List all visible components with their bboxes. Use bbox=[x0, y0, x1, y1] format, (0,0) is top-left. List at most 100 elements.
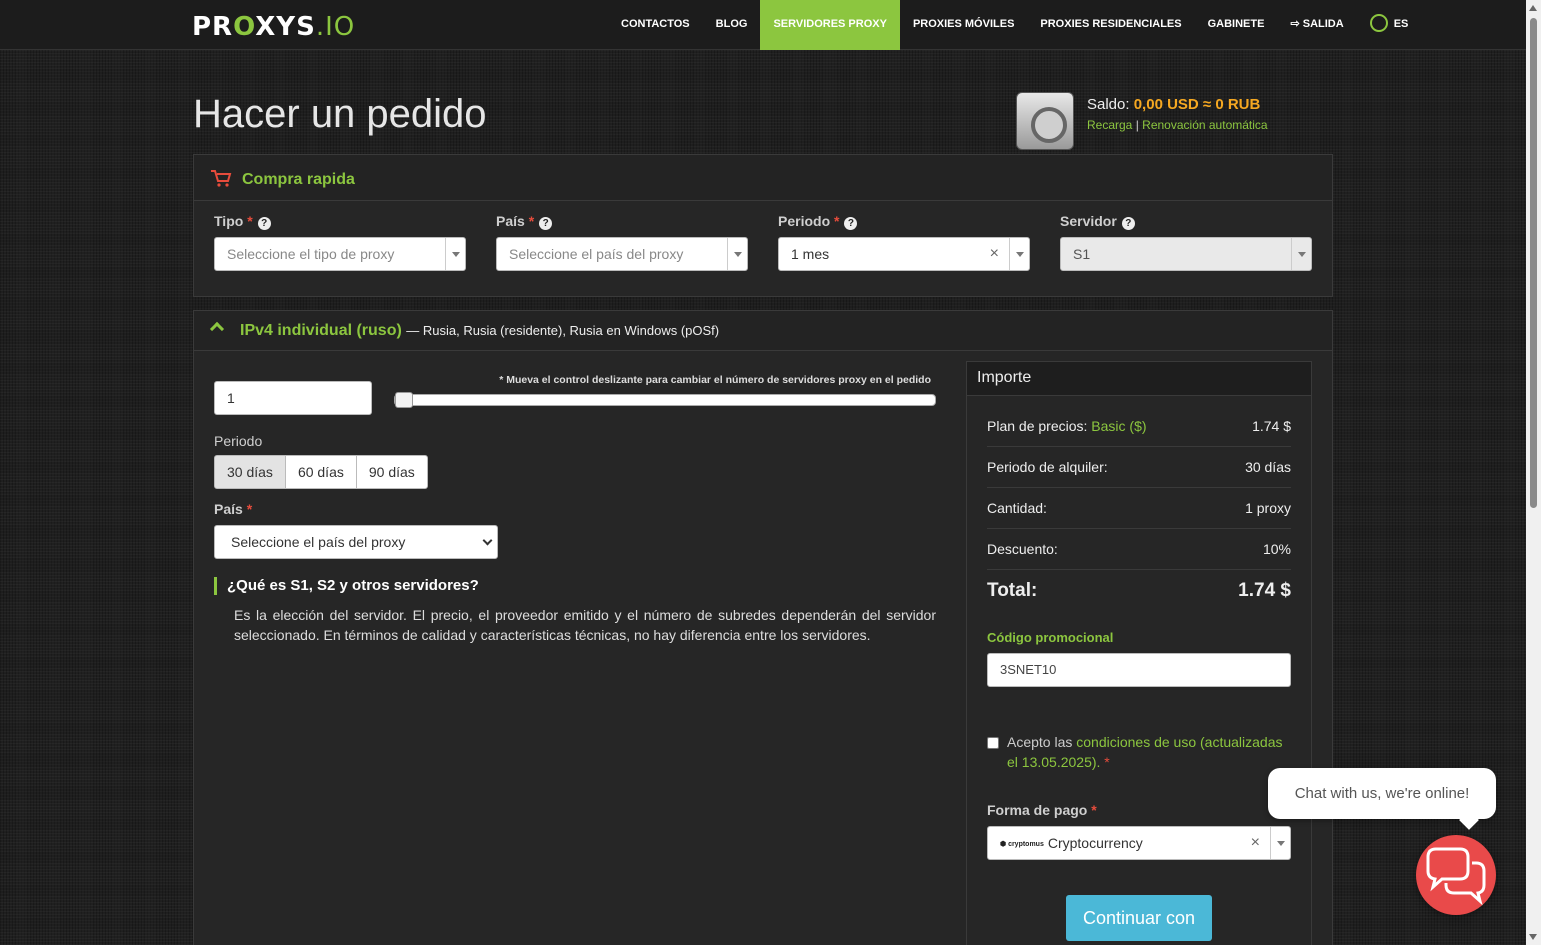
period-90-button[interactable]: 90 días bbox=[355, 455, 428, 489]
servidor-value: S1 bbox=[1073, 246, 1091, 262]
total-value: 1.74 $ bbox=[1238, 580, 1291, 601]
rental-label: Periodo de alquiler: bbox=[987, 459, 1108, 475]
dropdown-arrow-icon[interactable] bbox=[1291, 238, 1311, 270]
product-title: IPv4 individual (ruso) — Rusia, Rusia (r… bbox=[240, 322, 719, 340]
clear-icon[interactable]: × bbox=[990, 238, 999, 270]
required-mark: * bbox=[528, 213, 535, 229]
dropdown-arrow-icon[interactable] bbox=[1009, 238, 1029, 270]
product-title-text: IPv4 individual (ruso) bbox=[240, 322, 402, 339]
plan-label: Plan de precios: bbox=[987, 418, 1088, 434]
main-nav: CONTACTOS BLOG SERVIDORES PROXY PROXIES … bbox=[608, 0, 1421, 50]
nav-gabinete[interactable]: GABINETE bbox=[1195, 0, 1278, 50]
plan-value: 1.74 $ bbox=[1252, 418, 1291, 434]
dropdown-arrow-icon[interactable] bbox=[727, 238, 747, 270]
nav-blog[interactable]: BLOG bbox=[703, 0, 761, 50]
quantity-slider[interactable] bbox=[394, 392, 936, 408]
tipo-label: Tipo *? bbox=[214, 213, 271, 230]
cryptomus-logo: ⬢ cryptomus bbox=[1000, 841, 1044, 848]
payment-label-text: Forma de pago bbox=[987, 802, 1088, 818]
slider-handle[interactable] bbox=[395, 392, 413, 408]
scroll-down-arrow[interactable] bbox=[1529, 934, 1537, 940]
pais-label: País *? bbox=[496, 213, 553, 230]
chevron-up-icon[interactable] bbox=[209, 321, 225, 337]
help-icon[interactable]: ? bbox=[844, 217, 858, 230]
scroll-thumb[interactable] bbox=[1530, 18, 1537, 508]
product-header[interactable]: IPv4 individual (ruso) — Rusia, Rusia (r… bbox=[194, 311, 1332, 351]
period-label: Periodo bbox=[214, 433, 263, 449]
auto-renew-link[interactable]: Renovación automática bbox=[1142, 118, 1267, 132]
chat-bubble[interactable]: Chat with us, we're online! bbox=[1268, 768, 1496, 819]
quantity-value: 1 proxy bbox=[1245, 500, 1291, 516]
help-icon[interactable]: ? bbox=[1121, 217, 1135, 230]
rental-value: 30 días bbox=[1245, 459, 1291, 475]
pais-label-text: País bbox=[496, 213, 525, 229]
recharge-link[interactable]: Recarga bbox=[1087, 118, 1132, 132]
logo[interactable]: PROXYS.IO bbox=[192, 12, 355, 42]
help-icon[interactable]: ? bbox=[539, 217, 553, 230]
periodo-label-text: Periodo bbox=[778, 213, 831, 229]
total-label: Total: bbox=[987, 580, 1038, 601]
payment-select[interactable]: ⬢ cryptomus Cryptocurrency × bbox=[987, 826, 1291, 860]
servidor-label: Servidor? bbox=[1060, 213, 1135, 230]
clear-icon[interactable]: × bbox=[1251, 827, 1260, 859]
required-mark: * bbox=[1091, 802, 1097, 818]
period-30-button[interactable]: 30 días bbox=[214, 455, 286, 489]
tipo-placeholder: Seleccione el tipo de proxy bbox=[227, 246, 395, 262]
country-select[interactable]: Seleccione el país del proxy bbox=[214, 525, 498, 559]
quantity-label: Cantidad: bbox=[987, 500, 1047, 516]
nav-salida-label: SALIDA bbox=[1302, 18, 1344, 30]
plan-row: Plan de precios: Basic ($) 1.74 $ bbox=[987, 406, 1291, 447]
scroll-up-arrow[interactable] bbox=[1529, 5, 1537, 11]
order-summary: Importe Plan de precios: Basic ($) 1.74 … bbox=[966, 361, 1312, 945]
pais-select[interactable]: Seleccione el país del proxy bbox=[496, 237, 748, 271]
rental-row: Periodo de alquiler: 30 días bbox=[987, 447, 1291, 488]
balance-separator: | bbox=[1135, 118, 1139, 132]
logo-text-io: .IO bbox=[315, 12, 356, 42]
summary-title: Importe bbox=[967, 362, 1311, 396]
quantity-row: Cantidad: 1 proxy bbox=[987, 488, 1291, 529]
nav-proxies-residenciales[interactable]: PROXIES RESIDENCIALES bbox=[1027, 0, 1194, 50]
required-mark: * bbox=[834, 213, 840, 229]
globe-icon bbox=[1369, 14, 1388, 33]
product-panel: IPv4 individual (ruso) — Rusia, Rusia (r… bbox=[193, 310, 1333, 945]
faq-question: ¿Qué es S1, S2 y otros servidores? bbox=[214, 577, 936, 595]
required-mark: * bbox=[246, 501, 253, 517]
discount-value: 10% bbox=[1262, 541, 1291, 557]
logo-text-2: XYS bbox=[255, 12, 316, 42]
quick-buy-panel: Compra rapida Tipo *? Seleccione el tipo… bbox=[193, 154, 1333, 297]
terms-text: Acepto las condiciones de uso (actualiza… bbox=[987, 732, 1291, 772]
page-title: Hacer un pedido bbox=[193, 92, 487, 136]
tipo-select[interactable]: Seleccione el tipo de proxy bbox=[214, 237, 466, 271]
terms-checkbox[interactable] bbox=[987, 737, 999, 749]
dropdown-arrow-icon[interactable] bbox=[1270, 827, 1290, 859]
period-60-button[interactable]: 60 días bbox=[284, 455, 357, 489]
periodo-select[interactable]: 1 mes × bbox=[778, 237, 1030, 271]
payment-value: Cryptocurrency bbox=[1047, 835, 1143, 851]
help-icon[interactable]: ? bbox=[257, 217, 271, 230]
dropdown-arrow-icon[interactable] bbox=[445, 238, 465, 270]
chat-button[interactable] bbox=[1416, 835, 1496, 915]
slider-hint: * Mueva el control deslizante para cambi… bbox=[499, 374, 931, 386]
nav-language[interactable]: ES bbox=[1357, 0, 1422, 50]
nav-contactos[interactable]: CONTACTOS bbox=[608, 0, 703, 50]
promo-code-input[interactable]: 3SNET10 bbox=[987, 653, 1291, 687]
servidor-select[interactable]: S1 bbox=[1060, 237, 1312, 271]
chevron-down-icon bbox=[482, 535, 493, 546]
plan-name-link[interactable]: Basic ($) bbox=[1091, 418, 1146, 434]
cryptomus-logo-text: cryptomus bbox=[1008, 841, 1044, 848]
total-row: Total: 1.74 $ bbox=[987, 571, 1291, 615]
logo-text-o: O bbox=[233, 12, 256, 42]
discount-row: Descuento: 10% bbox=[987, 529, 1291, 570]
faq-answer: Es la elección del servidor. El precio, … bbox=[234, 607, 936, 643]
quick-buy-title: Compra rapida bbox=[242, 171, 355, 188]
page-scrollbar[interactable] bbox=[1526, 0, 1541, 945]
continue-button[interactable]: Continuar con bbox=[1066, 895, 1212, 941]
quantity-input[interactable]: 1 bbox=[214, 381, 372, 415]
faq-block: ¿Qué es S1, S2 y otros servidores? Es la… bbox=[214, 577, 936, 645]
chat-icon bbox=[1426, 847, 1486, 906]
language-label: ES bbox=[1393, 18, 1409, 30]
nav-proxies-moviles[interactable]: PROXIES MÓVILES bbox=[900, 0, 1027, 50]
nav-salida[interactable]: ⇨ SALIDA bbox=[1277, 0, 1356, 50]
balance-links: Recarga | Renovación automática bbox=[1087, 118, 1268, 132]
nav-servidores-proxy[interactable]: SERVIDORES PROXY bbox=[760, 0, 900, 50]
